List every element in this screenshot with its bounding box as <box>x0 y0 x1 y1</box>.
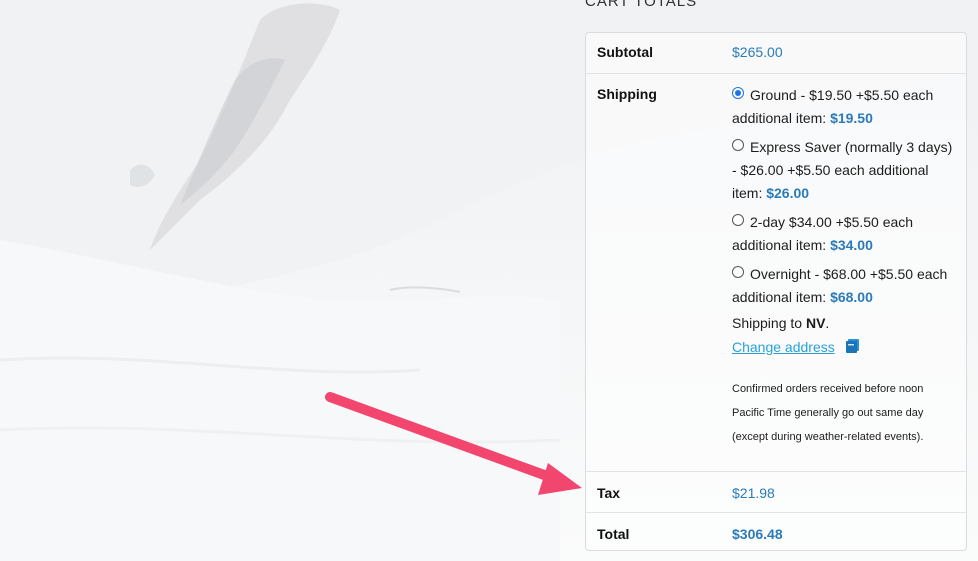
tax-value: $21.98 <box>732 485 775 501</box>
cart-totals-table: Subtotal $265.00 Shipping Ground - $19.5… <box>585 32 967 551</box>
two-day-option-text: 2-day $34.00 +$5.50 each additional item… <box>732 214 914 253</box>
shipping-label: Shipping <box>597 86 657 102</box>
two-day-radio[interactable] <box>732 214 744 226</box>
tax-row: Tax $21.98 <box>586 471 966 512</box>
total-row: Total $306.48 <box>586 512 966 550</box>
express-saver-radio[interactable] <box>732 139 744 151</box>
subtotal-label: Subtotal <box>597 44 653 60</box>
express-saver-option-price: $26.00 <box>766 185 810 201</box>
total-value: $306.48 <box>732 526 783 542</box>
shipping-state: NV <box>805 315 826 331</box>
shipping-option-ground[interactable]: Ground - $19.50 +$5.50 each additional i… <box>732 84 957 130</box>
shipping-row: Shipping Ground - $19.50 +$5.50 each add… <box>586 73 966 471</box>
overnight-option-price: $68.00 <box>830 289 873 305</box>
ground-option-price: $19.50 <box>830 110 873 126</box>
ground-radio[interactable] <box>732 87 744 99</box>
shipping-options: Ground - $19.50 +$5.50 each additional i… <box>732 84 957 449</box>
shipping-to-prefix: Shipping to <box>732 315 806 331</box>
shipping-option-overnight[interactable]: Overnight - $68.00 +$5.50 each additiona… <box>732 263 957 309</box>
cart-totals-heading: CART TOTALS <box>585 0 698 10</box>
total-label: Total <box>597 526 630 542</box>
subtotal-row: Subtotal $265.00 <box>586 33 966 73</box>
shipping-option-2-day[interactable]: 2-day $34.00 +$5.50 each additional item… <box>732 211 957 257</box>
change-address-link[interactable]: Change address <box>732 339 835 355</box>
two-day-option-price: $34.00 <box>830 237 873 253</box>
subtotal-value: $265.00 <box>732 44 783 60</box>
shipping-to-suffix: . <box>825 315 830 331</box>
shipping-note: Confirmed orders received before noon Pa… <box>732 383 924 443</box>
shipping-destination: Shipping to NV. <box>732 315 957 331</box>
overnight-radio[interactable] <box>732 266 744 278</box>
tax-label: Tax <box>597 485 621 501</box>
address-book-icon[interactable] <box>845 338 861 359</box>
shipping-option-express-saver[interactable]: Express Saver (normally 3 days) - $26.00… <box>732 136 957 205</box>
